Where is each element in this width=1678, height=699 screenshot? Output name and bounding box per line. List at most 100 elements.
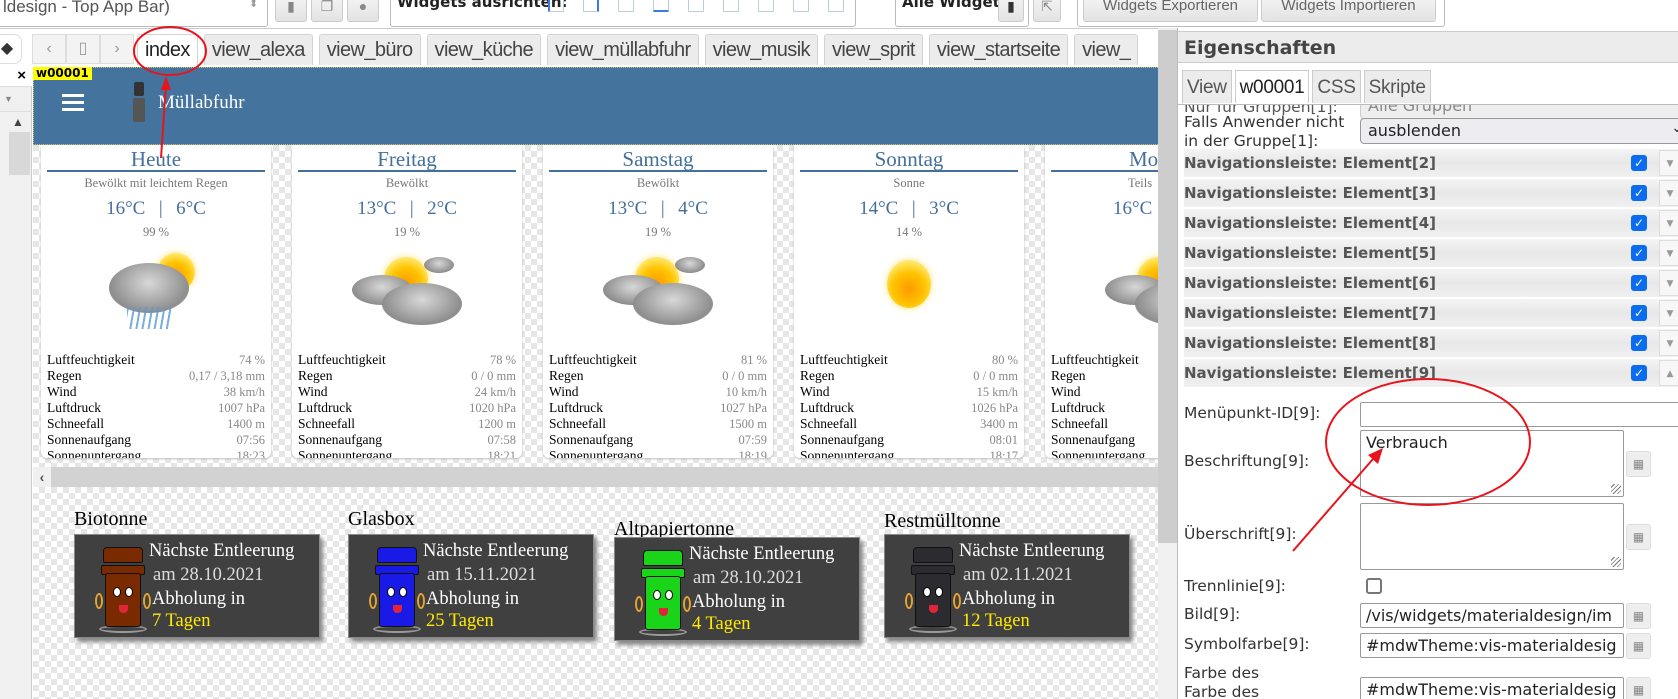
align-width-icon[interactable] [618,0,634,12]
nav-element-group[interactable]: Navigationsleiste: Element[5] ✓ ▼ [1184,239,1678,267]
nav-group-checkbox[interactable]: ✓ [1631,335,1647,351]
tab-view_[interactable]: view_ [1074,34,1139,65]
divider-checkbox[interactable] [1366,578,1382,594]
export-single-button[interactable]: ⇱ [1033,0,1061,22]
expand-icon[interactable]: ▼ [1659,210,1678,236]
group-select[interactable]: Alle Gruppen [1360,105,1678,119]
weather-detail-row: Schneefall 1200 m [298,416,516,432]
detail-value: 1400 m [227,417,265,431]
resize-grip-icon[interactable] [1611,484,1621,494]
waste-bin-card[interactable]: Nächste Entleerung am 15.11.2021 Abholung … [348,534,594,638]
resize-grip-icon[interactable] [1611,557,1621,567]
detail-label: Wind [1051,384,1081,399]
import-widgets-button[interactable]: Widgets Importieren [1261,0,1436,22]
tab-view_musik[interactable]: view_musik [704,34,818,65]
expand-icon[interactable]: ▼ [1659,240,1678,266]
icon-color-input[interactable]: #mdwTheme:vis-materialdesig [1360,633,1624,658]
nav-group-checkbox[interactable]: ✓ [1631,275,1647,291]
nav-element-group[interactable]: Navigationsleiste: Element[4] ✓ ▼ [1184,209,1678,237]
nav-element-group[interactable]: Navigationsleiste: Element[7] ✓ ▼ [1184,299,1678,327]
nav-element-group[interactable]: Navigationsleiste: Element[9] ✓ ▲ [1184,359,1678,387]
nav-element-group[interactable]: Navigationsleiste: Element[2] ✓ ▼ [1184,149,1678,177]
tag-button[interactable]: ◆ [0,34,22,64]
caption-textarea[interactable]: Verbrauch [1360,430,1624,497]
tab-view_küche[interactable]: view_küche [426,34,542,65]
heading-textarea[interactable] [1360,503,1624,570]
align-center-icon[interactable] [688,0,704,12]
hamburger-menu-icon[interactable] [62,94,84,111]
nav-group-checkbox[interactable]: ✓ [1631,245,1647,261]
horizontal-scrollbar[interactable]: ‹ [33,467,1158,487]
detail-label: Luftdruck [800,400,854,415]
scroll-thumb[interactable] [1158,30,1177,543]
delete-view-button[interactable]: ▮ [275,0,307,22]
nav-group-checkbox[interactable]: ✓ [1631,155,1647,171]
next-tab-button[interactable]: › [100,34,134,64]
nav-group-checkbox[interactable]: ✓ [1631,305,1647,321]
nav-group-checkbox[interactable]: ✓ [1631,365,1647,381]
copy-view-button[interactable]: ❐ [311,0,343,22]
info-button[interactable]: ● [347,0,379,22]
tab-view_sprit[interactable]: view_sprit [823,34,923,65]
tab-view_alexa[interactable]: view_alexa [203,34,313,65]
image-browse-button[interactable]: ▦ [1626,603,1651,629]
scroll-left-icon[interactable]: ‹ [33,467,51,487]
clipboard-button[interactable]: ▯ [66,34,100,64]
align-middle-icon[interactable] [758,0,774,12]
tab-view_büro[interactable]: view_büro [318,34,421,65]
nav-element-group[interactable]: Navigationsleiste: Element[8] ✓ ▼ [1184,329,1678,357]
expand-icon[interactable]: ▼ [1659,180,1678,206]
collapse-icon[interactable]: ▲ [1659,360,1678,386]
align-bottom-icon[interactable] [653,0,669,12]
lock-all-button[interactable]: ▮ [998,0,1024,22]
icon-color-button[interactable]: ▦ [1626,633,1651,659]
dropdown-icon[interactable]: ▼ [0,88,32,112]
weather-detail-row: Wind 15 km/h [800,384,1018,400]
heading-edit-button[interactable]: ▦ [1626,524,1651,550]
nav-group-checkbox[interactable]: ✓ [1631,185,1647,201]
expand-icon[interactable]: ▼ [1659,300,1678,326]
scroll-up-icon[interactable]: ▲ [12,115,24,129]
align-top-icon[interactable] [723,0,739,12]
next-collection-label: Nächste Entleerung [689,544,835,564]
prev-tab-button[interactable]: ‹ [32,34,66,64]
waste-bin-card[interactable]: Nächste Entleerung am 28.10.2021 Abholung … [614,537,860,641]
nav-element-group[interactable]: Navigationsleiste: Element[3] ✓ ▼ [1184,179,1678,207]
props-tab-skripte[interactable]: Skripte [1363,70,1431,103]
menu-id-input[interactable] [1360,402,1678,427]
pickup-in-label: Abholung in [962,589,1056,609]
bin-title: Biotonne [74,508,148,530]
submenu-color-input[interactable]: #mdwTheme:vis-materialdesig [1360,677,1624,699]
waste-bin-card[interactable]: Nächste Entleerung am 28.10.2021 Abholung … [74,534,320,638]
image-input[interactable]: /vis/widgets/materialdesign/im [1360,603,1624,628]
expand-icon[interactable]: ▼ [1659,150,1678,176]
props-tab-css[interactable]: CSS [1312,70,1361,103]
nav-group-checkbox[interactable]: ✓ [1631,215,1647,231]
view-select[interactable]: ldesign - Top App Bar) ⬍ [0,0,268,27]
tab-view_müllabfuhr[interactable]: view_müllabfuhr [547,34,699,65]
align-right-icon[interactable] [583,0,599,12]
align-height-icon[interactable] [793,0,809,12]
caption-edit-button[interactable]: ▦ [1626,451,1651,477]
detail-label: Luftfeuchtigkeit [298,352,386,367]
bin-mascot-icon [95,547,151,633]
nav-element-group[interactable]: Navigationsleiste: Element[6] ✓ ▼ [1184,269,1678,297]
tab-index[interactable]: index [137,34,198,65]
align-left-icon[interactable] [548,0,564,12]
props-tab-view[interactable]: View [1182,70,1232,103]
props-tab-w00001[interactable]: w00001 [1234,70,1310,103]
distribute-icon[interactable] [828,0,844,12]
waste-bin-card[interactable]: Nächste Entleerung am 02.11.2021 Abholung … [884,534,1130,638]
submenu-color-button[interactable]: ▦ [1626,677,1651,699]
canvas-vertical-scrollbar[interactable] [1158,28,1177,699]
hide-select[interactable]: ausblenden ⌄ [1360,118,1678,144]
bin-title: Glasbox [348,508,415,530]
close-icon[interactable]: × [0,67,32,87]
tab-view_startseite[interactable]: view_startseite [928,34,1069,65]
expand-icon[interactable]: ▼ [1659,270,1678,296]
expand-icon[interactable]: ▼ [1659,330,1678,356]
temperature-range: 14°C | 3°C [859,198,959,219]
left-scroll-thumb[interactable] [9,132,30,175]
top-app-bar[interactable]: Müllabfuhr [33,67,1158,145]
export-widgets-button[interactable]: Widgets Exportieren [1083,0,1258,22]
